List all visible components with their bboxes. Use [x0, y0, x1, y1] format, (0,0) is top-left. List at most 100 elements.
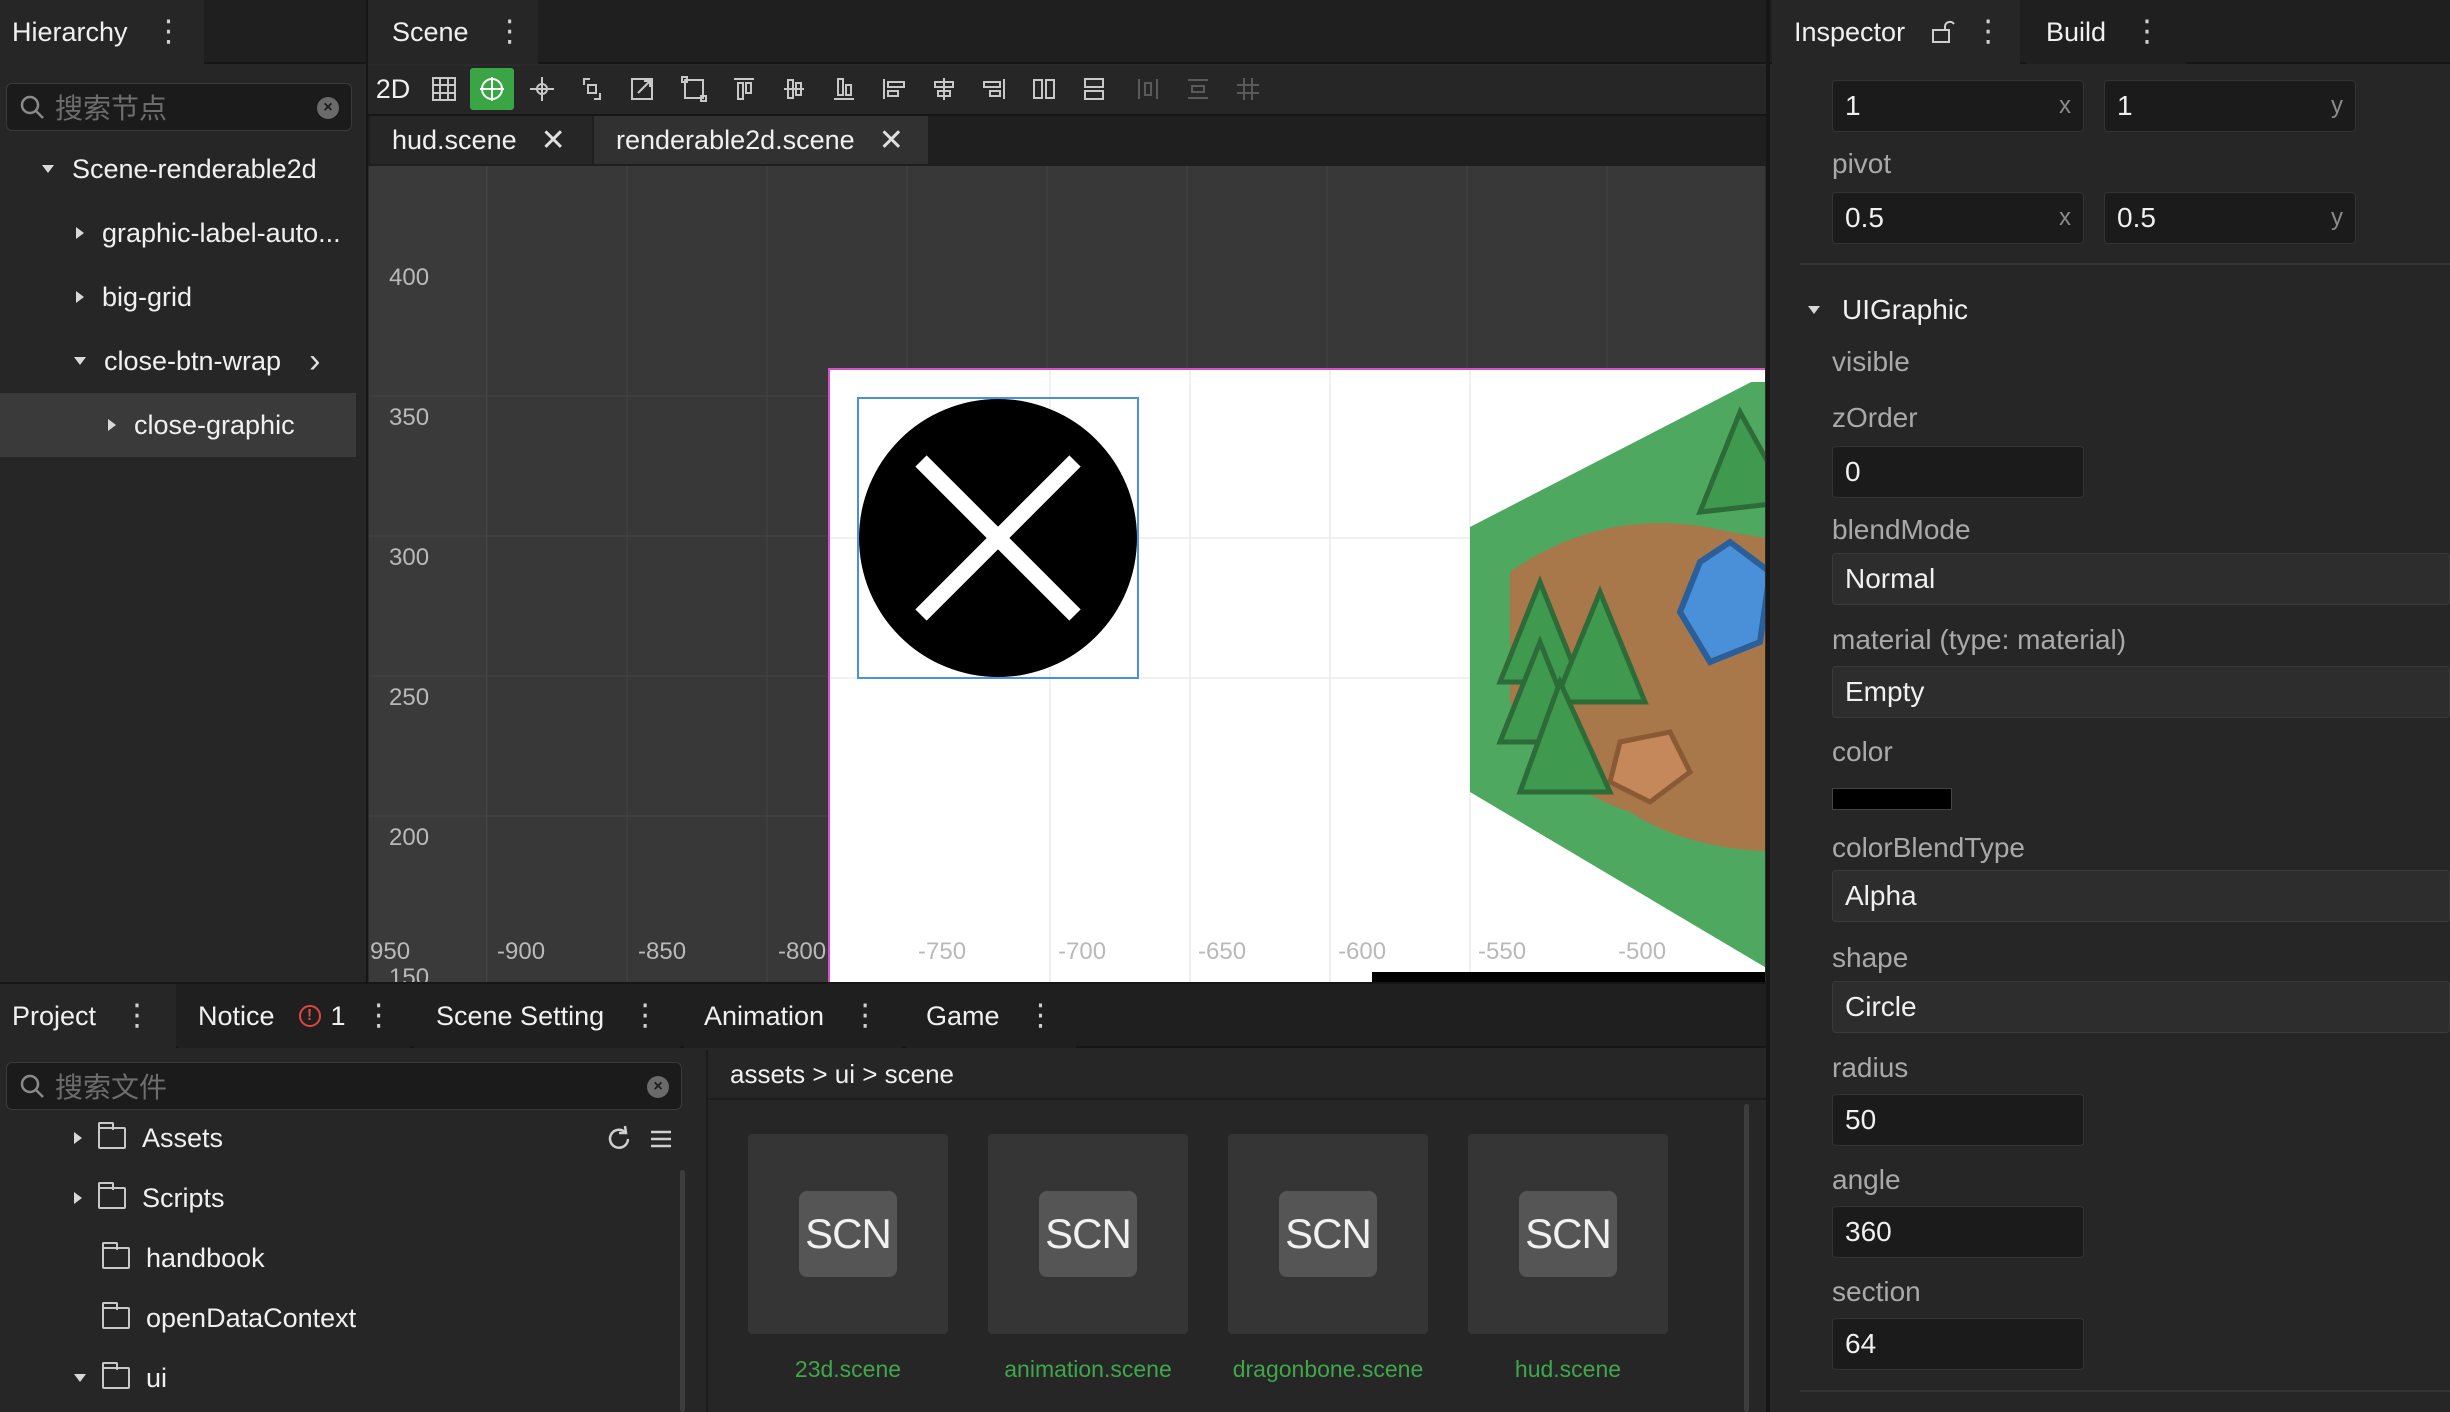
collapse-arrow-icon[interactable]: [74, 1192, 82, 1204]
folder-assets[interactable]: Assets: [0, 1108, 680, 1168]
pivot-label: pivot: [1832, 148, 1892, 179]
ruler-x-label: -800: [778, 938, 827, 965]
move-tool-icon[interactable]: [470, 68, 514, 110]
asset-card[interactable]: SCN: [748, 1134, 948, 1334]
scale-tool-icon[interactable]: [620, 68, 664, 110]
ruler-x-label: 950: [370, 938, 411, 965]
material-value: Empty: [1845, 676, 1925, 707]
align-top-icon[interactable]: [722, 68, 766, 110]
rotate-tool-icon[interactable]: [570, 68, 614, 110]
asset-card[interactable]: SCN: [988, 1134, 1188, 1334]
tab-hierarchy[interactable]: Hierarchy ⋮: [0, 0, 204, 64]
mode-2d-button[interactable]: 2D: [370, 68, 416, 110]
doc-tab-renderable2d[interactable]: renderable2d.scene ✕: [594, 116, 928, 164]
pivot-x-value: 0.5: [1845, 202, 1884, 233]
tab-build[interactable]: Build ⋮: [2026, 0, 2186, 64]
assets-scrollbar[interactable]: [1744, 1104, 1749, 1412]
collapse-arrow-icon[interactable]: [76, 227, 84, 239]
more-menu-icon[interactable]: ⋮: [154, 17, 184, 47]
scene-viewport[interactable]: 400 350 300 250 200 150: [369, 166, 1765, 984]
pivot-x-field[interactable]: 0.5 x: [1832, 192, 2084, 244]
material-select[interactable]: Empty: [1832, 666, 2450, 718]
tree-node-close-btn-wrap[interactable]: close-btn-wrap ›: [0, 329, 356, 393]
more-menu-icon[interactable]: ⋮: [495, 17, 525, 47]
more-menu-icon[interactable]: ⋮: [122, 1001, 152, 1031]
close-icon[interactable]: ✕: [879, 123, 904, 158]
list-view-icon[interactable]: [648, 1126, 674, 1157]
more-menu-icon[interactable]: ⋮: [364, 1001, 394, 1031]
blendmode-select[interactable]: Normal: [1832, 553, 2450, 605]
expand-arrow-icon[interactable]: [42, 165, 54, 173]
tab-hierarchy-label: Hierarchy: [12, 16, 128, 47]
tree-node-big-grid[interactable]: big-grid: [0, 265, 356, 329]
close-graphic-node[interactable]: [857, 397, 1139, 679]
asset-name: hud.scene: [1514, 1356, 1622, 1382]
zorder-field[interactable]: 0: [1832, 446, 2084, 498]
expand-arrow-icon[interactable]: [74, 357, 86, 365]
pan-tool-icon[interactable]: [520, 68, 564, 110]
tab-scene-setting[interactable]: Scene Setting ⋮: [414, 984, 680, 1048]
section-field[interactable]: 64: [1832, 1318, 2084, 1370]
scale-y-field[interactable]: 1 y: [2104, 80, 2356, 132]
expand-arrow-icon[interactable]: [74, 1374, 86, 1382]
color-swatch[interactable]: [1832, 788, 1952, 810]
tree-node-scene-root[interactable]: Scene-renderable2d: [0, 137, 356, 201]
collapse-arrow-icon[interactable]: [76, 291, 84, 303]
align-vcenter-icon[interactable]: [772, 68, 816, 110]
collapse-arrow-icon[interactable]: [74, 1132, 82, 1144]
tree-node-close-graphic[interactable]: close-graphic: [0, 393, 356, 457]
tab-project[interactable]: Project ⋮: [0, 984, 176, 1048]
rect-tool-icon[interactable]: [672, 68, 716, 110]
project-search-input[interactable]: 搜索文件 ×: [6, 1062, 682, 1110]
section-value: 64: [1845, 1328, 1877, 1359]
align-right-icon[interactable]: [972, 68, 1016, 110]
refresh-icon[interactable]: [604, 1124, 634, 1159]
chevron-right-icon[interactable]: ›: [309, 342, 320, 381]
close-icon[interactable]: ✕: [541, 123, 566, 158]
pivot-y-field[interactable]: 0.5 y: [2104, 192, 2356, 244]
lock-icon[interactable]: [1929, 19, 1955, 45]
collapse-arrow-icon[interactable]: [108, 419, 116, 431]
ruler-x-label: -900: [497, 938, 546, 965]
tab-animation[interactable]: Animation ⋮: [684, 984, 902, 1048]
colorblendtype-select[interactable]: Alpha: [1832, 870, 2450, 922]
more-menu-icon[interactable]: ⋮: [630, 1001, 660, 1031]
more-menu-icon[interactable]: ⋮: [1973, 17, 2003, 47]
doc-tab-hud[interactable]: hud.scene ✕: [370, 116, 592, 164]
grid-icon[interactable]: [422, 68, 466, 110]
more-menu-icon[interactable]: ⋮: [850, 1001, 880, 1031]
align-hcenter-icon[interactable]: [922, 68, 966, 110]
angle-field[interactable]: 360: [1832, 1206, 2084, 1258]
shape-select[interactable]: Circle: [1832, 981, 2450, 1033]
folder-opendatacontext[interactable]: openDataContext: [0, 1288, 680, 1348]
clear-search-icon[interactable]: ×: [647, 1076, 669, 1098]
design-canvas[interactable]: [828, 368, 1765, 984]
folder-scripts[interactable]: Scripts: [0, 1168, 680, 1228]
asset-card[interactable]: SCN: [1228, 1134, 1428, 1334]
tab-game[interactable]: Game ⋮: [906, 984, 1076, 1048]
align-left-icon[interactable]: [872, 68, 916, 110]
tab-notice[interactable]: Notice ! 1 ⋮: [178, 984, 410, 1048]
space-h-icon[interactable]: [1126, 68, 1170, 110]
folder-ui[interactable]: ui: [0, 1348, 680, 1408]
asset-card[interactable]: SCN: [1468, 1134, 1668, 1334]
distribute-v-icon[interactable]: [1072, 68, 1116, 110]
radius-field[interactable]: 50: [1832, 1094, 2084, 1146]
tree-scrollbar[interactable]: [680, 1170, 685, 1412]
more-menu-icon[interactable]: ⋮: [1026, 1001, 1056, 1031]
component-header-uigraphic[interactable]: UIGraphic: [1808, 290, 1968, 330]
align-bottom-icon[interactable]: [822, 68, 866, 110]
space-v-icon[interactable]: [1176, 68, 1220, 110]
scale-x-field[interactable]: 1 x: [1832, 80, 2084, 132]
tree-node-graphic-label[interactable]: graphic-label-auto...: [0, 201, 356, 265]
tab-scene[interactable]: Scene ⋮: [368, 0, 538, 64]
distribute-h-icon[interactable]: [1022, 68, 1066, 110]
expand-arrow-icon[interactable]: [1808, 306, 1820, 314]
clear-search-icon[interactable]: ×: [317, 97, 339, 119]
folder-handbook[interactable]: handbook: [0, 1228, 680, 1288]
snap-grid-icon[interactable]: [1226, 68, 1270, 110]
more-menu-icon[interactable]: ⋮: [2132, 17, 2162, 47]
tab-inspector[interactable]: Inspector ⋮: [1772, 0, 2020, 64]
close-icon: [859, 399, 1137, 677]
hierarchy-search-input[interactable]: 搜索节点 ×: [6, 83, 352, 131]
